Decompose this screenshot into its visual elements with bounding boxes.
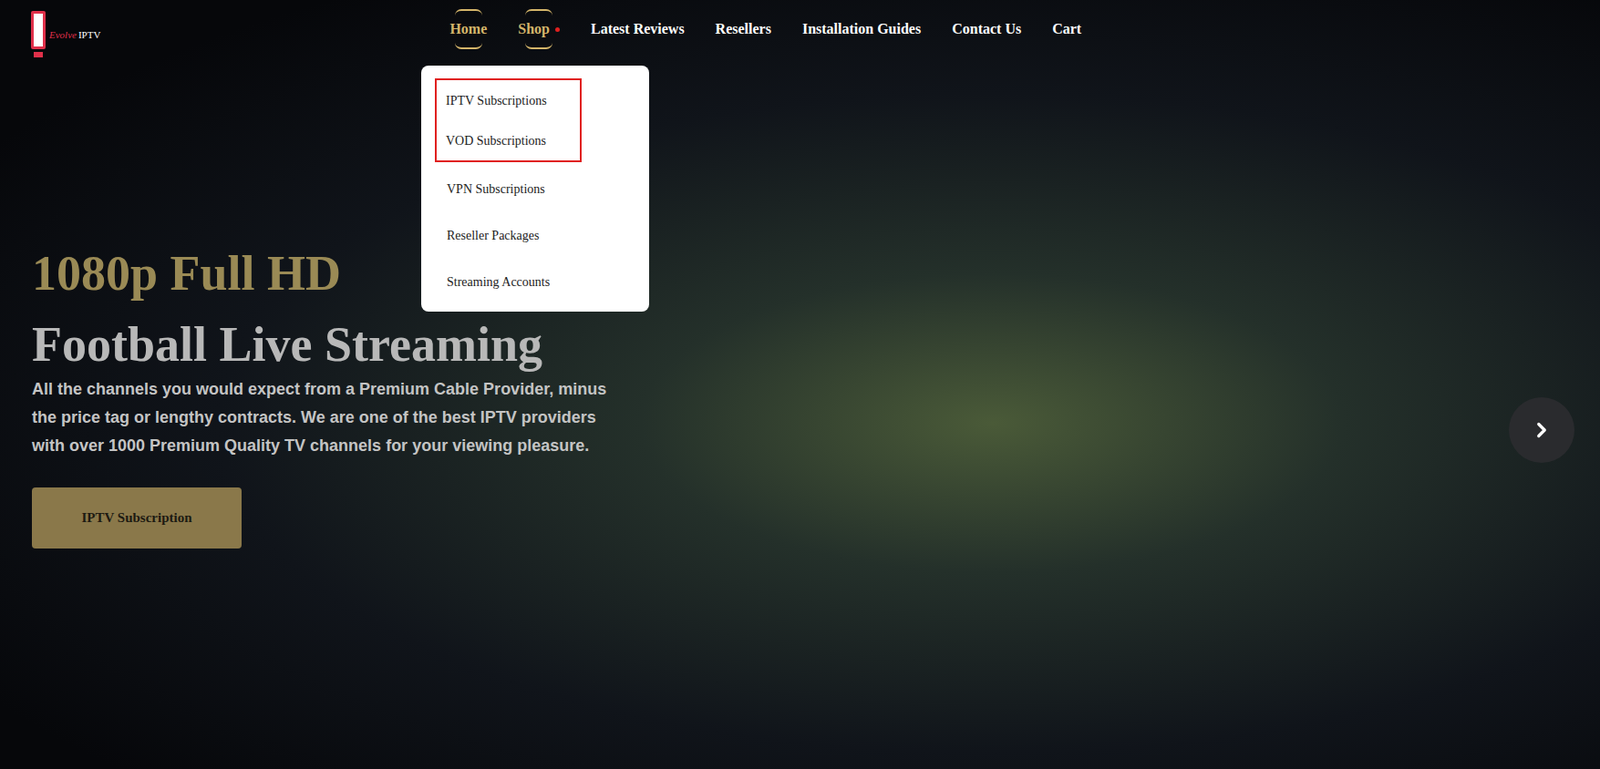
nav-item[interactable]: Resellers [715,7,772,52]
logo-dot-icon [33,51,43,58]
hero-title: 1080p Full HD [31,245,341,302]
logo[interactable]: EvolveIPTV [30,10,101,58]
header: EvolveIPTV Home Shop Latest Reviews Reseller… [0,0,1600,84]
carousel-next-button[interactable] [1508,397,1575,464]
nav-arc-icon [454,9,483,16]
highlight-box: IPTV SubscriptionsVOD Subscriptions [434,78,582,163]
chevron-right-icon [1529,418,1554,443]
shop-dropdown: IPTV SubscriptionsVOD SubscriptionsVPN S… [421,65,650,312]
nav-item[interactable]: Contact Us [951,7,1022,52]
subscription-button[interactable]: IPTV Subscription [31,487,242,549]
dropdown-item[interactable]: Reseller Packages [421,212,650,259]
nav-arc-icon [525,9,553,16]
main-nav: Home Shop Latest Reviews Resellers Installat… [449,7,1082,52]
dropdown-item[interactable]: VOD Subscriptions [436,120,580,161]
nav-item[interactable]: Shop [517,7,560,52]
dropdown-item[interactable]: VPN Subscriptions [421,165,650,213]
page: EvolveIPTV Home Shop Latest Reviews Reseller… [0,0,1600,769]
logo-bar-icon [30,10,46,50]
nav-arc-icon [454,42,483,50]
hero-subtitle: Football Live Streaming [31,316,543,373]
nav-item[interactable]: Installation Guides [802,7,921,52]
nav-item[interactable]: Latest Reviews [590,7,685,52]
nav-item[interactable]: Home [449,7,487,52]
nav-arc-icon [525,42,553,50]
hero-description: All the channels you would expect from a… [31,375,625,461]
nav-item[interactable]: Cart [1052,7,1082,52]
dropdown-item[interactable]: Streaming Accounts [421,258,650,306]
hero: 1080p Full HD Football Live StreamingAll … [0,83,1600,549]
dropdown-item[interactable]: IPTV Subscriptions [436,80,580,121]
nav-dot-icon [555,27,560,32]
